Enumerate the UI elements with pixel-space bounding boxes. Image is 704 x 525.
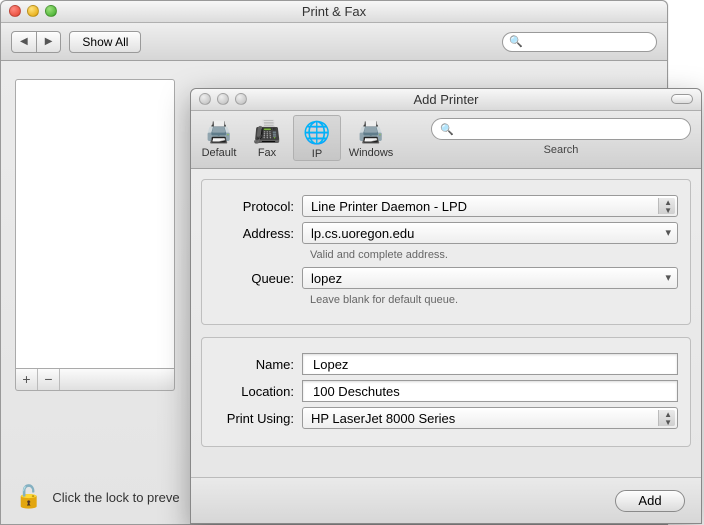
tab-label: Default: [195, 147, 243, 159]
traffic-lights: [199, 93, 247, 105]
lock-row: 🔓 Click the lock to preve: [15, 484, 180, 510]
location-field[interactable]: [302, 380, 678, 402]
remove-printer-button[interactable]: −: [38, 369, 60, 390]
tab-fax[interactable]: 📠 Fax: [243, 115, 291, 159]
search-label: Search: [544, 144, 579, 156]
form: Protocol: Line Printer Daemon - LPD ▲▼ A…: [201, 179, 691, 473]
close-icon[interactable]: [199, 93, 211, 105]
tab-label: IP: [294, 148, 340, 160]
nav-buttons: ◀ ▶: [11, 31, 61, 53]
queue-hint: Leave blank for default queue.: [310, 294, 678, 306]
identity-group: Name: Location: Print Using:: [201, 337, 691, 447]
close-icon[interactable]: [9, 5, 21, 17]
add-printer-window: Add Printer 🖨️ Default 📠 Fax 🌐 IP 🖨️ Win…: [190, 88, 702, 524]
print-using-value: HP LaserJet 8000 Series: [311, 411, 455, 426]
search-field[interactable]: 🔍: [502, 32, 657, 52]
minimize-icon[interactable]: [27, 5, 39, 17]
window-title: Print & Fax: [302, 4, 366, 19]
connection-group: Protocol: Line Printer Daemon - LPD ▲▼ A…: [201, 179, 691, 325]
protocol-value: Line Printer Daemon - LPD: [311, 199, 467, 214]
footer: Add: [191, 477, 701, 523]
name-label: Name:: [214, 357, 302, 372]
printer-list[interactable]: [15, 79, 175, 369]
protocol-popup[interactable]: Line Printer Daemon - LPD ▲▼: [302, 195, 678, 217]
tab-default[interactable]: 🖨️ Default: [195, 115, 243, 159]
lock-text: Click the lock to preve: [52, 490, 179, 505]
queue-label: Queue:: [214, 271, 302, 286]
minimize-icon[interactable]: [217, 93, 229, 105]
zoom-icon[interactable]: [235, 93, 247, 105]
toolbar: 🖨️ Default 📠 Fax 🌐 IP 🖨️ Windows 🔍 Searc…: [191, 111, 701, 169]
back-button[interactable]: ◀: [11, 31, 37, 53]
forward-button[interactable]: ▶: [37, 31, 62, 53]
queue-value: lopez: [311, 271, 342, 286]
protocol-label: Protocol:: [214, 199, 302, 214]
tab-label: Fax: [243, 147, 291, 159]
chevron-right-icon: ▶: [45, 36, 53, 47]
titlebar: Print & Fax: [1, 1, 667, 23]
windows-printer-icon: 🖨️: [343, 117, 399, 147]
search-field[interactable]: 🔍: [431, 118, 691, 140]
location-label: Location:: [214, 384, 302, 399]
search-icon: 🔍: [440, 123, 454, 136]
titlebar: Add Printer: [191, 89, 701, 111]
search-input[interactable]: [458, 121, 682, 137]
print-using-label: Print Using:: [214, 411, 302, 426]
show-all-button[interactable]: Show All: [69, 31, 141, 53]
search-input[interactable]: [527, 34, 686, 50]
window-title: Add Printer: [413, 92, 478, 107]
toolbar-search: 🔍 Search: [431, 115, 691, 156]
fax-icon: 📠: [243, 117, 291, 147]
address-field[interactable]: lp.cs.uoregon.edu: [302, 222, 678, 244]
print-using-popup[interactable]: HP LaserJet 8000 Series ▲▼: [302, 407, 678, 429]
tab-windows[interactable]: 🖨️ Windows: [343, 115, 399, 159]
add-printer-button[interactable]: +: [16, 369, 38, 390]
address-value: lp.cs.uoregon.edu: [311, 226, 414, 241]
name-field[interactable]: [302, 353, 678, 375]
location-input[interactable]: [311, 383, 657, 400]
tab-label: Windows: [343, 147, 399, 159]
popup-arrows-icon: ▲▼: [664, 199, 672, 215]
add-button[interactable]: Add: [615, 490, 685, 512]
chevron-left-icon: ◀: [20, 36, 28, 47]
lock-icon[interactable]: 🔓: [15, 484, 42, 510]
printer-list-footer: + −: [15, 369, 175, 391]
zoom-icon[interactable]: [45, 5, 57, 17]
traffic-lights: [9, 5, 57, 17]
globe-icon: 🌐: [294, 118, 340, 148]
tab-ip[interactable]: 🌐 IP: [293, 115, 341, 161]
popup-arrows-icon: ▲▼: [664, 411, 672, 427]
toolbar: ◀ ▶ Show All 🔍: [1, 23, 667, 61]
queue-field[interactable]: lopez: [302, 267, 678, 289]
search-icon: 🔍: [509, 35, 523, 48]
name-input[interactable]: [311, 356, 657, 373]
printer-icon: 🖨️: [195, 117, 243, 147]
toolbar-toggle-button[interactable]: [671, 94, 693, 104]
address-label: Address:: [214, 226, 302, 241]
address-hint: Valid and complete address.: [310, 249, 678, 261]
